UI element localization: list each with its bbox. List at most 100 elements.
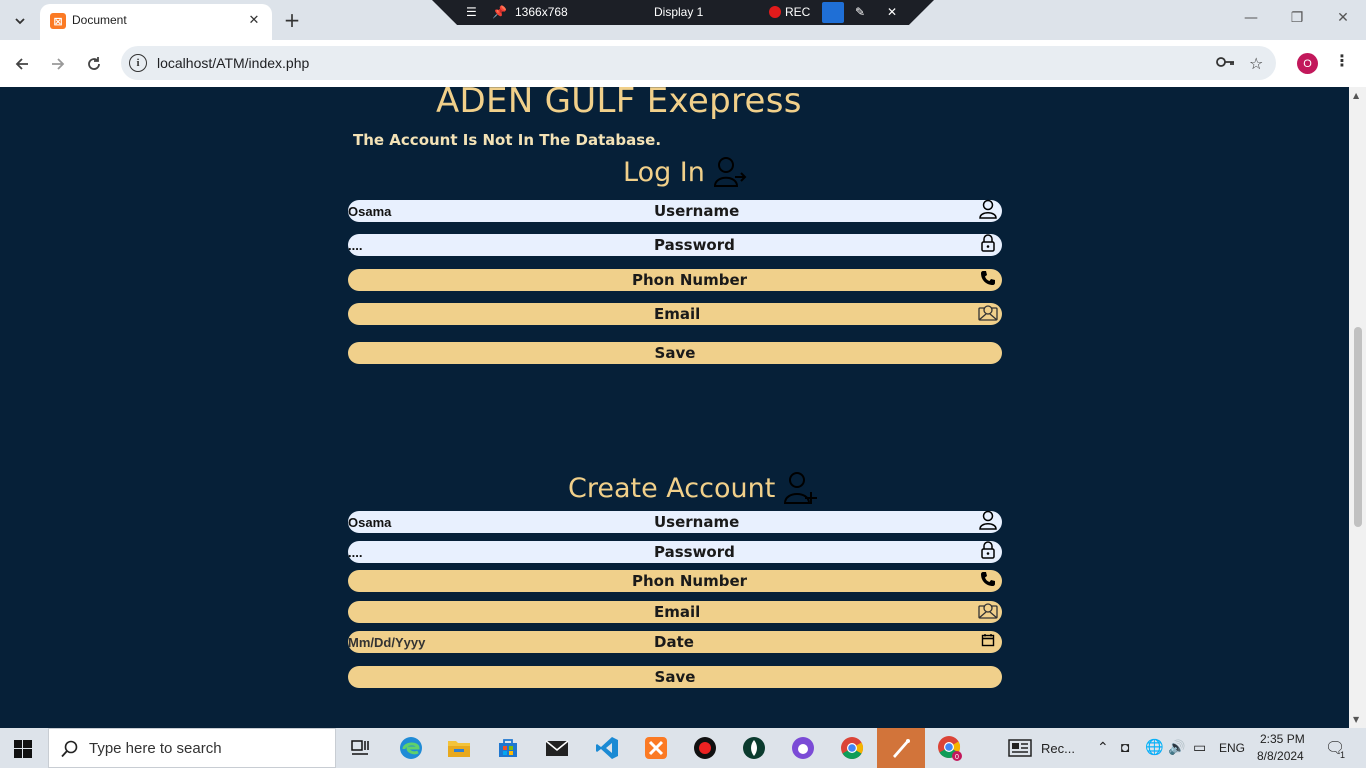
obs-record-icon[interactable] xyxy=(691,734,719,762)
create-phone-field[interactable]: Phon Number xyxy=(348,570,1002,592)
more-menu-icon[interactable]: ⋮ xyxy=(1334,51,1350,70)
login-phone-label: Phon Number xyxy=(632,271,748,289)
network-globe-icon[interactable]: 🌐 xyxy=(1145,738,1164,756)
chrome-profile-icon[interactable]: 0 xyxy=(936,734,964,762)
recorder-bar: ☰ 📌 1366x768 Display 1 REC ✎ ✕ xyxy=(432,0,934,25)
windows-taskbar: Type here to search 0 Rec... ⌃ ◘ 🌐 🔊 ▭ E… xyxy=(0,728,1366,768)
login-username-label: Username xyxy=(654,202,740,220)
edge-icon[interactable] xyxy=(397,734,425,762)
recorder-resolution: 1366x768 xyxy=(515,5,568,19)
close-recorder-icon[interactable]: ✕ xyxy=(887,5,897,19)
profile-avatar[interactable]: O xyxy=(1297,53,1318,74)
phone-icon xyxy=(978,267,998,289)
create-password-field[interactable]: .... Password xyxy=(348,541,1002,563)
calendar-icon[interactable] xyxy=(978,629,998,651)
windows-start-icon[interactable] xyxy=(14,740,32,762)
create-email-label: Email xyxy=(654,603,701,621)
error-message: The Account Is Not In The Database. xyxy=(353,131,662,149)
chevron-down-icon xyxy=(15,18,25,25)
github-desktop-icon[interactable] xyxy=(789,734,817,762)
login-save-button[interactable]: Save xyxy=(348,342,1002,364)
arrow-left-icon xyxy=(15,58,28,70)
arrow-right-icon xyxy=(52,58,65,70)
xampp-favicon-icon: ⊠ xyxy=(50,13,66,29)
user-login-icon xyxy=(713,157,747,187)
reload-button[interactable] xyxy=(82,52,106,76)
site-info-icon[interactable]: i xyxy=(129,54,147,72)
login-password-field[interactable]: .... Password xyxy=(348,234,1002,256)
site-title: ADEN GULF Exepress xyxy=(436,87,802,121)
restore-button[interactable]: ❐ xyxy=(1274,10,1320,26)
create-account-heading: Create Account xyxy=(568,470,819,506)
login-password-label: Password xyxy=(654,236,735,254)
menu-icon[interactable]: ☰ xyxy=(466,5,477,19)
tab-title: Document xyxy=(72,13,127,27)
login-password-value: .... xyxy=(348,237,363,253)
microsoft-store-icon[interactable] xyxy=(494,734,522,762)
clock-date[interactable]: 8/8/2024 xyxy=(1257,749,1304,763)
chrome-badge: 0 xyxy=(955,754,959,761)
tab-search-button[interactable] xyxy=(6,7,34,35)
tab-strip: ⊠ Document ✕ + ☰ 📌 1366x768 Display 1 RE… xyxy=(0,0,1366,40)
show-hidden-icons-icon[interactable]: ⌃ xyxy=(1097,739,1109,756)
url-text[interactable]: localhost/ATM/index.php xyxy=(157,55,309,71)
lock-icon xyxy=(978,232,998,254)
scroll-down-icon[interactable]: ▼ xyxy=(1353,715,1359,724)
lock-icon xyxy=(978,539,998,561)
mongodb-compass-icon[interactable] xyxy=(740,734,768,762)
task-view-icon[interactable] xyxy=(346,734,374,762)
record-icon xyxy=(769,6,781,18)
login-username-field[interactable]: Osama Username xyxy=(348,199,1002,222)
login-username-value: Osama xyxy=(348,203,392,219)
battery-icon[interactable]: ▭ xyxy=(1193,739,1206,756)
login-heading: Log In xyxy=(623,155,747,189)
pin-icon[interactable]: 📌 xyxy=(492,5,507,19)
chrome-icon[interactable] xyxy=(838,734,866,762)
notification-count: 1 xyxy=(1340,750,1346,760)
language-indicator[interactable]: ENG xyxy=(1219,741,1245,755)
back-button[interactable] xyxy=(10,52,34,76)
new-tab-button[interactable]: + xyxy=(280,8,304,32)
user-plus-icon xyxy=(784,472,818,504)
create-email-field[interactable]: Email xyxy=(348,601,1002,623)
bookmark-star-icon[interactable]: ☆ xyxy=(1249,54,1263,73)
pen-icon[interactable]: ✎ xyxy=(855,5,865,19)
recorder-display[interactable]: Display 1 xyxy=(654,5,703,19)
create-date-field[interactable]: Mm/Dd/Yyyy Date xyxy=(348,631,1002,653)
email-icon xyxy=(978,599,998,621)
taskbar-search[interactable]: Type here to search xyxy=(48,728,336,768)
vscode-icon[interactable] xyxy=(593,734,621,762)
forward-button[interactable] xyxy=(46,52,70,76)
close-icon[interactable]: ✕ xyxy=(244,10,264,30)
address-bar[interactable]: i localhost/ATM/index.php ☆ xyxy=(121,46,1276,80)
key-icon[interactable] xyxy=(1215,54,1235,74)
user-icon xyxy=(978,509,998,531)
page-scrollbar[interactable]: ▲ ▼ xyxy=(1349,87,1366,728)
create-password-label: Password xyxy=(654,543,735,561)
scroll-up-icon[interactable]: ▲ xyxy=(1353,91,1359,100)
recorder-taskbar-label[interactable]: Rec... xyxy=(1041,741,1075,756)
news-icon[interactable] xyxy=(1006,734,1034,762)
create-phone-label: Phon Number xyxy=(632,572,748,590)
compass-app-icon[interactable] xyxy=(887,734,915,762)
scroll-thumb[interactable] xyxy=(1354,327,1362,527)
date-placeholder: Mm/Dd/Yyyy xyxy=(348,634,426,650)
close-window-button[interactable]: ✕ xyxy=(1320,10,1366,26)
file-explorer-icon[interactable] xyxy=(445,734,473,762)
clock-time[interactable]: 2:35 PM xyxy=(1260,732,1305,746)
login-email-field[interactable]: Email xyxy=(348,303,1002,325)
create-username-field[interactable]: Osama Username xyxy=(348,509,1002,533)
search-placeholder: Type here to search xyxy=(89,740,222,757)
search-icon xyxy=(61,740,78,758)
mail-icon[interactable] xyxy=(543,734,571,762)
login-phone-field[interactable]: Phon Number xyxy=(348,269,1002,291)
capture-region-icon[interactable] xyxy=(822,2,844,23)
minimize-button[interactable]: — xyxy=(1228,10,1274,26)
page-viewport: ADEN GULF Exepress The Account Is Not In… xyxy=(0,87,1349,728)
xampp-icon[interactable] xyxy=(642,734,670,762)
volume-icon[interactable]: 🔊 xyxy=(1168,739,1185,756)
browser-tab[interactable]: ⊠ Document ✕ xyxy=(40,4,272,40)
webcam-icon[interactable]: ◘ xyxy=(1121,739,1129,755)
recorder-rec[interactable]: REC xyxy=(769,5,810,19)
create-save-button[interactable]: Save xyxy=(348,666,1002,688)
